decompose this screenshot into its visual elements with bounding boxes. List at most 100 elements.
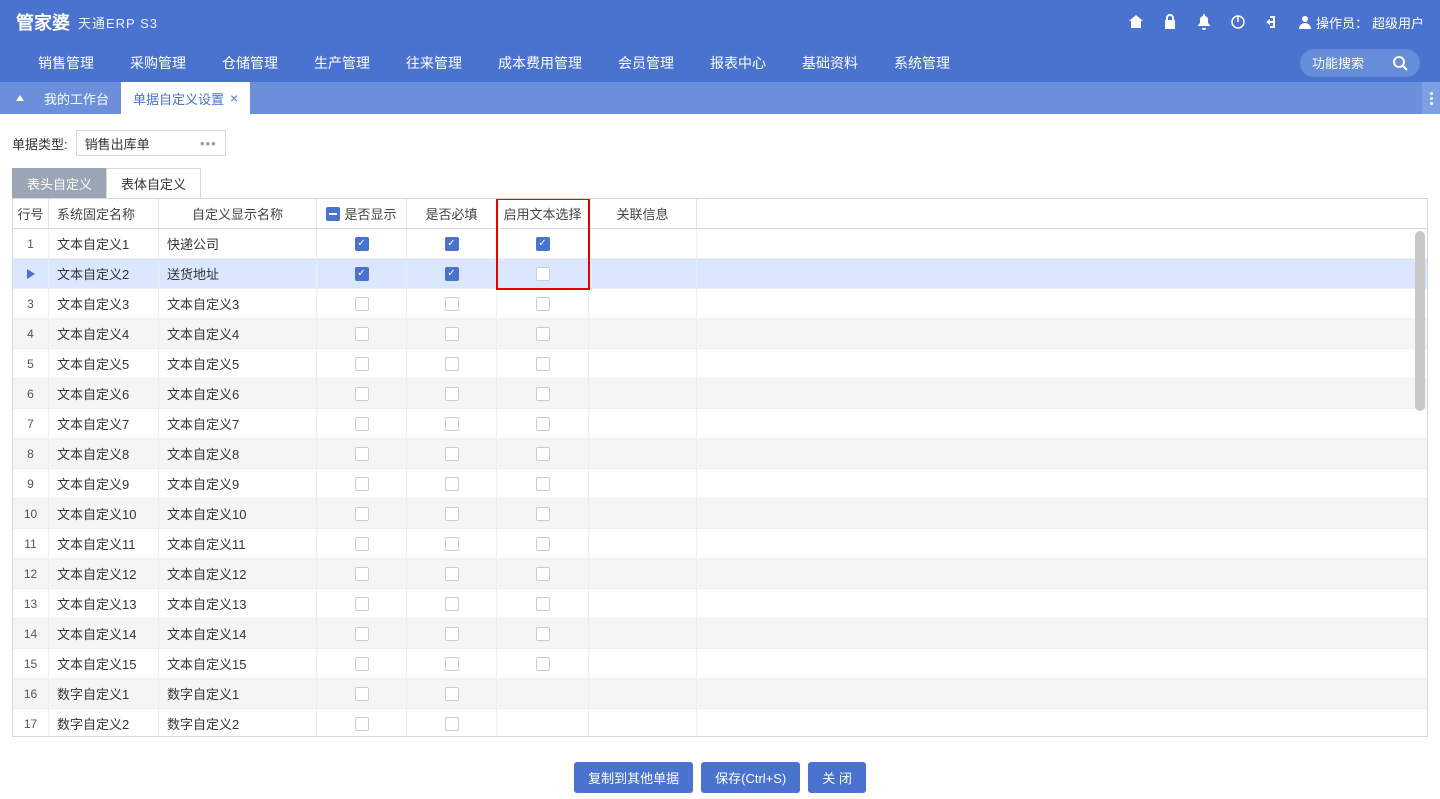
table-row[interactable]: 16数字自定义1数字自定义1 [13,679,1427,709]
cell-text[interactable] [497,439,589,468]
cell-disp[interactable]: 文本自定义15 [159,649,317,678]
checkbox[interactable] [445,297,459,311]
nav-item[interactable]: 仓储管理 [204,44,296,82]
cell-text[interactable] [497,559,589,588]
cell-disp[interactable]: 文本自定义14 [159,619,317,648]
cell-req[interactable] [407,439,497,468]
subtab[interactable]: 表体自定义 [106,168,201,198]
cell-req[interactable] [407,559,497,588]
cell-rel[interactable] [589,379,697,408]
col-show[interactable]: 是否显示 [317,199,407,228]
col-disp[interactable]: 自定义显示名称 [159,199,317,228]
checkbox[interactable] [355,447,369,461]
cell-req[interactable] [407,499,497,528]
table-row[interactable]: 15文本自定义15文本自定义15 [13,649,1427,679]
subtab[interactable]: 表头自定义 [12,168,107,198]
checkbox[interactable] [355,237,369,251]
cell-disp[interactable]: 文本自定义8 [159,439,317,468]
cell-req[interactable] [407,619,497,648]
cell-show[interactable] [317,589,407,618]
cell-disp[interactable]: 送货地址 [159,259,317,288]
cell-rel[interactable] [589,259,697,288]
checkbox[interactable] [536,597,550,611]
cell-show[interactable] [317,259,407,288]
col-rel[interactable]: 关联信息 [589,199,697,228]
checkbox[interactable] [355,567,369,581]
nav-item[interactable]: 报表中心 [692,44,784,82]
cell-show[interactable] [317,679,407,708]
cell-rel[interactable] [589,499,697,528]
cell-show[interactable] [317,289,407,318]
cell-show[interactable] [317,349,407,378]
checkbox[interactable] [536,417,550,431]
cell-req[interactable] [407,349,497,378]
nav-item[interactable]: 采购管理 [112,44,204,82]
cell-show[interactable] [317,409,407,438]
col-text[interactable]: 启用文本选择 [497,199,589,228]
cell-show[interactable] [317,529,407,558]
checkbox[interactable] [355,327,369,341]
doc-tab[interactable]: 单据自定义设置× [121,82,250,114]
nav-item[interactable]: 系统管理 [876,44,968,82]
checkbox[interactable] [355,687,369,701]
cell-disp[interactable]: 文本自定义12 [159,559,317,588]
tabs-more-icon[interactable] [1422,82,1440,114]
cell-text[interactable] [497,409,589,438]
doc-tab[interactable]: 我的工作台 [32,82,121,114]
cell-show[interactable] [317,619,407,648]
cell-disp[interactable]: 文本自定义4 [159,319,317,348]
search-box[interactable] [1300,49,1420,77]
checkbox[interactable] [355,717,369,731]
cell-disp[interactable]: 数字自定义1 [159,679,317,708]
checkbox[interactable] [355,477,369,491]
checkbox[interactable] [445,567,459,581]
checkbox[interactable] [355,357,369,371]
cell-req[interactable] [407,529,497,558]
checkbox[interactable] [445,597,459,611]
table-row[interactable]: 文本自定义2送货地址 [13,259,1427,289]
cell-text[interactable] [497,649,589,678]
checkbox[interactable] [445,717,459,731]
checkbox[interactable] [445,477,459,491]
table-row[interactable]: 4文本自定义4文本自定义4 [13,319,1427,349]
cell-text[interactable] [497,259,589,288]
cell-show[interactable] [317,319,407,348]
cell-rel[interactable] [589,319,697,348]
cell-rel[interactable] [589,349,697,378]
cell-req[interactable] [407,709,497,736]
nav-item[interactable]: 成本费用管理 [480,44,600,82]
cell-text[interactable] [497,469,589,498]
cell-text[interactable] [497,709,589,736]
checkbox[interactable] [355,417,369,431]
checkbox[interactable] [536,477,550,491]
cell-text[interactable] [497,289,589,318]
search-input[interactable] [1312,56,1392,71]
cell-rel[interactable] [589,409,697,438]
cell-req[interactable] [407,649,497,678]
scrollbar-thumb[interactable] [1415,231,1425,411]
table-row[interactable]: 7文本自定义7文本自定义7 [13,409,1427,439]
checkbox[interactable] [536,237,550,251]
bell-icon[interactable] [1196,14,1212,30]
checkbox[interactable] [536,507,550,521]
table-row[interactable]: 11文本自定义11文本自定义11 [13,529,1427,559]
checkbox[interactable] [536,297,550,311]
nav-item[interactable]: 生产管理 [296,44,388,82]
cell-req[interactable] [407,229,497,258]
cell-text[interactable] [497,379,589,408]
checkbox[interactable] [355,657,369,671]
cell-rel[interactable] [589,619,697,648]
cell-rel[interactable] [589,289,697,318]
cell-req[interactable] [407,259,497,288]
cell-show[interactable] [317,559,407,588]
table-row[interactable]: 10文本自定义10文本自定义10 [13,499,1427,529]
copy-button[interactable]: 复制到其他单据 [574,762,693,793]
cell-disp[interactable]: 文本自定义3 [159,289,317,318]
table-row[interactable]: 13文本自定义13文本自定义13 [13,589,1427,619]
cell-disp[interactable]: 文本自定义13 [159,589,317,618]
table-row[interactable]: 1文本自定义1快递公司 [13,229,1427,259]
table-row[interactable]: 8文本自定义8文本自定义8 [13,439,1427,469]
power-icon[interactable] [1230,14,1246,30]
cell-disp[interactable]: 快递公司 [159,229,317,258]
cell-rel[interactable] [589,559,697,588]
